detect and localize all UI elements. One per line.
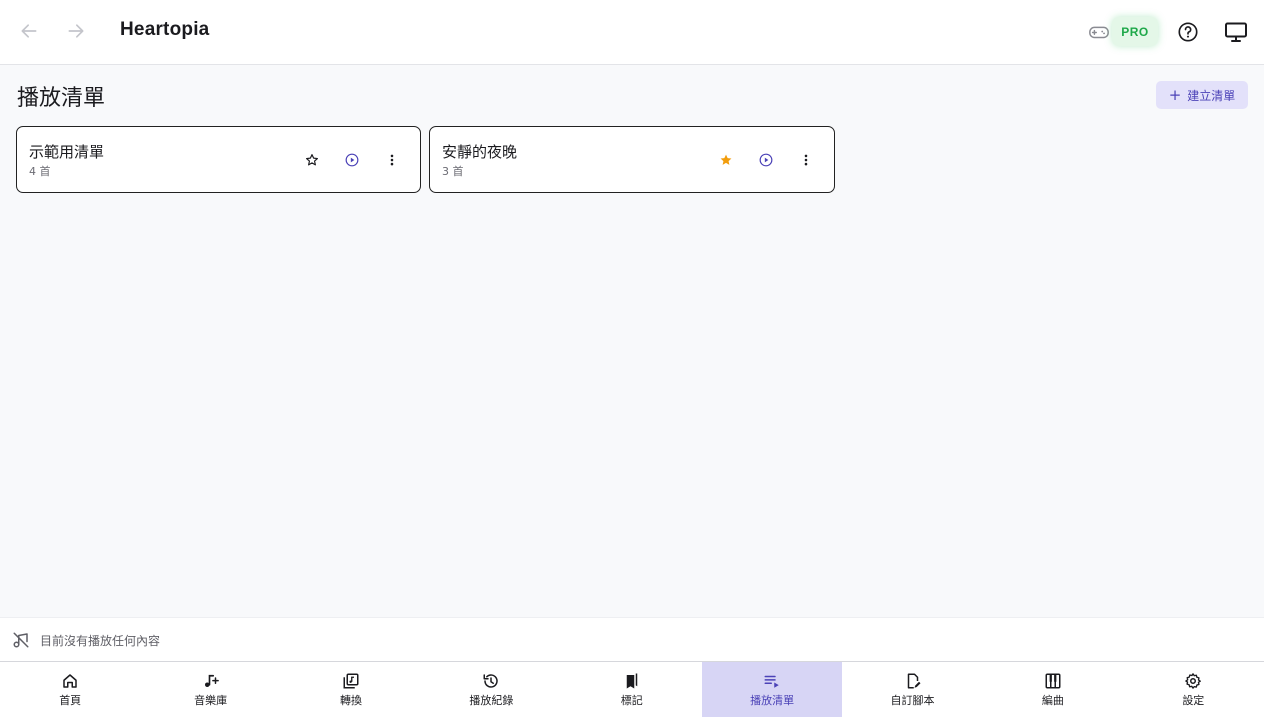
nav-label: 設定 (1182, 693, 1205, 707)
piano-icon (1045, 673, 1061, 688)
nav-label: 自訂腳本 (890, 693, 935, 707)
play-button[interactable] (756, 150, 776, 170)
nav-label: 音樂庫 (194, 693, 228, 707)
star-filled-icon (720, 154, 732, 165)
playlist-card[interactable]: 示範用清單 4 首 (16, 126, 421, 193)
nav-item-library[interactable]: 音樂庫 (140, 662, 280, 717)
playlist-name: 安靜的夜晚 (442, 143, 518, 161)
bookmark-icon (626, 673, 637, 688)
nav-item-playlists[interactable]: 播放清單 (701, 662, 843, 717)
nav-label: 編曲 (1041, 693, 1064, 707)
playlist-icon (764, 675, 779, 688)
more-vertical-icon (804, 154, 808, 166)
home-icon (63, 673, 77, 688)
help-icon (1178, 22, 1198, 42)
nav-item-settings[interactable]: 設定 (1123, 662, 1263, 717)
nav-label: 首頁 (59, 693, 82, 707)
nav-label: 播放紀錄 (469, 693, 514, 707)
app-title: Heartopia (120, 19, 210, 40)
nav-item-scripts[interactable]: 自訂腳本 (842, 662, 982, 717)
convert-icon (343, 673, 359, 688)
help-button[interactable] (1176, 20, 1200, 44)
playlist-name: 示範用清單 (29, 143, 105, 161)
page-title: 播放清單 (17, 86, 106, 111)
create-playlist-button[interactable]: + 建立清單 (1156, 81, 1248, 109)
arrow-right-icon (68, 24, 84, 38)
history-icon (483, 673, 499, 688)
nav-label: 播放清單 (750, 693, 795, 707)
nav-item-history[interactable]: 播放紀錄 (421, 662, 561, 717)
play-circle-icon (759, 153, 773, 167)
nav-item-arrange[interactable]: 編曲 (983, 662, 1123, 717)
favorite-button[interactable] (716, 150, 736, 170)
more-vertical-icon (390, 154, 394, 166)
nav-label: 標記 (620, 693, 643, 707)
star-outline-icon (305, 154, 319, 166)
bottom-navigation: 首頁 音樂庫 轉換 播放紀錄 標記 播放清單 自訂腳本 編曲 設定 (0, 661, 1264, 717)
display-button[interactable] (1224, 20, 1248, 44)
gamepad-icon (1089, 26, 1109, 39)
nav-item-convert[interactable]: 轉換 (281, 662, 421, 717)
playlist-count: 3 首 (442, 165, 464, 178)
pro-badge[interactable]: PRO (1112, 17, 1158, 46)
gear-icon (1185, 672, 1202, 689)
now-playing-bar: 目前沒有播放任何內容 (0, 617, 1264, 661)
play-button[interactable] (342, 150, 362, 170)
forward-button[interactable] (64, 19, 88, 43)
music-off-icon (13, 632, 29, 648)
top-bar: Heartopia PRO (0, 0, 1264, 65)
create-playlist-label: 建立清單 (1187, 88, 1236, 103)
arrow-left-icon (21, 24, 37, 38)
nav-item-home[interactable]: 首頁 (0, 662, 140, 717)
now-playing-text: 目前沒有播放任何內容 (40, 634, 161, 648)
playlist-count: 4 首 (29, 165, 51, 178)
more-button[interactable] (796, 150, 816, 170)
monitor-icon (1225, 22, 1247, 42)
favorite-button[interactable] (302, 150, 322, 170)
play-circle-icon (345, 153, 359, 167)
plus-icon: + (1168, 85, 1182, 104)
nav-label: 轉換 (339, 693, 362, 707)
playlist-card[interactable]: 安靜的夜晚 3 首 (429, 126, 835, 193)
script-edit-icon (907, 673, 921, 688)
nav-item-bookmarks[interactable]: 標記 (562, 662, 702, 717)
music-add-icon (204, 674, 219, 687)
gamepad-button[interactable] (1088, 21, 1110, 43)
back-button[interactable] (17, 19, 41, 43)
more-button[interactable] (382, 150, 402, 170)
